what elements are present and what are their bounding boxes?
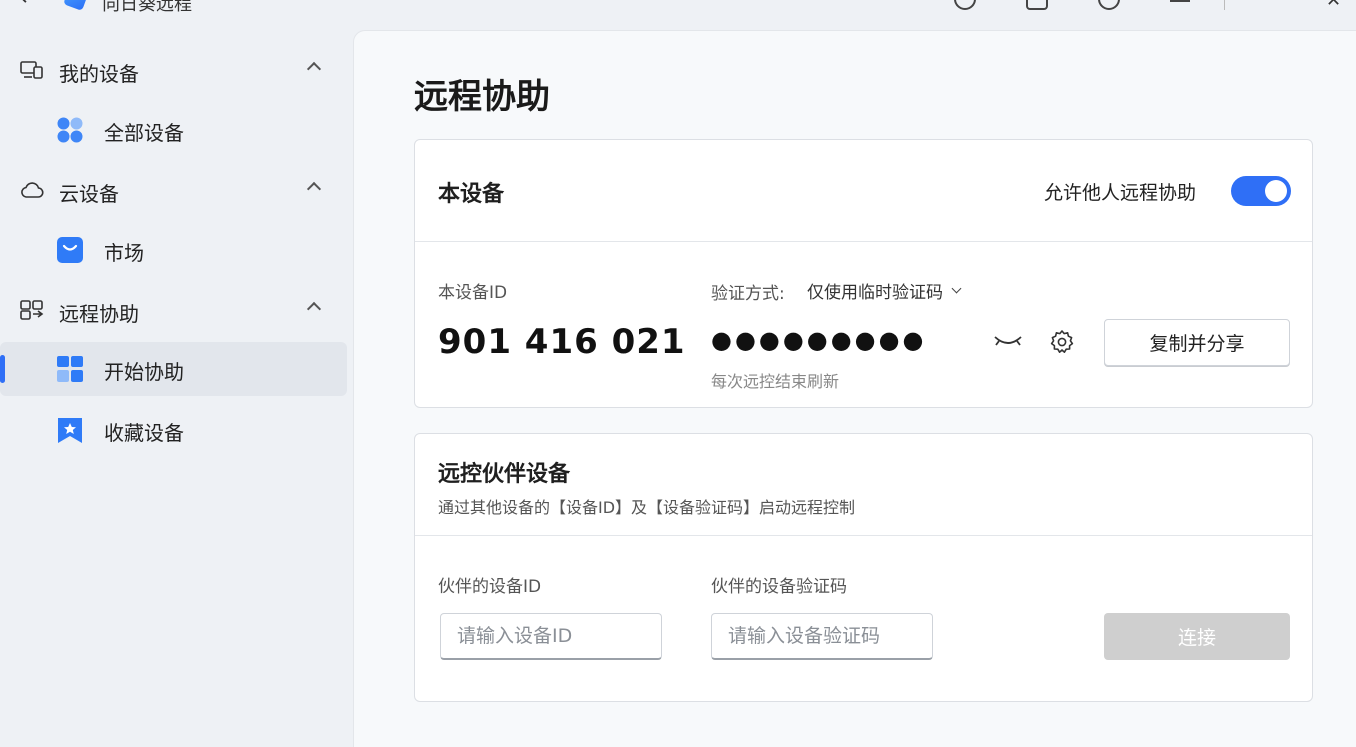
active-indicator: [0, 355, 5, 383]
this-device-title: 本设备: [438, 182, 505, 207]
connect-button[interactable]: 连接: [1104, 613, 1290, 660]
bell-icon[interactable]: [1026, 0, 1048, 10]
device-id-value: 901 416 021: [438, 322, 686, 362]
app-logo-icon: [63, 0, 89, 11]
chevron-up-icon[interactable]: [306, 181, 322, 197]
eye-closed-icon[interactable]: [993, 330, 1023, 352]
partner-device-subtitle: 通过其他设备的【设备ID】及【设备验证码】启动远程控制: [438, 498, 856, 517]
gear-icon[interactable]: [1049, 329, 1075, 355]
partner-id-input[interactable]: [440, 613, 662, 660]
this-device-card: 本设备 允许他人远程协助 本设备ID 901 416 021 验证方式: 仅使用…: [414, 139, 1313, 408]
partner-id-label: 伙伴的设备ID: [438, 577, 542, 597]
market-bag-icon: [57, 237, 83, 263]
verify-method-label: 验证方式:: [711, 284, 785, 304]
start-assist-icon: [57, 356, 83, 382]
sidebar: 我的设备 全部设备 云设备 市场 远程协助 开始协助 收藏设备: [0, 30, 353, 747]
favorite-star-icon: [58, 418, 82, 443]
back-arrow-icon[interactable]: ←: [20, 0, 38, 11]
allow-remote-toggle[interactable]: [1231, 176, 1291, 206]
page-title: 远程协助: [414, 77, 550, 117]
verify-method-select[interactable]: 仅使用临时验证码: [807, 278, 962, 303]
chevron-up-icon[interactable]: [306, 61, 322, 77]
partner-code-label: 伙伴的设备验证码: [711, 577, 847, 597]
all-devices-icon: [57, 117, 83, 143]
devices-icon: [20, 61, 43, 79]
sidebar-item-label: 全部设备: [104, 121, 184, 145]
help-icon[interactable]: [954, 0, 976, 10]
verification-code-masked: ●●●●●●●●●: [711, 326, 927, 354]
app-title: 向日葵远程: [102, 0, 192, 15]
sidebar-item-label: 开始协助: [104, 360, 184, 384]
sidebar-item-favorite-devices[interactable]: 收藏设备: [0, 403, 347, 457]
sidebar-group-my-devices[interactable]: 我的设备: [0, 46, 353, 94]
sidebar-group-remote-assist[interactable]: 远程协助: [0, 286, 353, 334]
partner-code-input[interactable]: [711, 613, 933, 660]
sidebar-item-label: 收藏设备: [104, 421, 184, 445]
main-panel: 远程协助 本设备 允许他人远程协助 本设备ID 901 416 021 验证方式…: [353, 30, 1356, 747]
sidebar-item-all-devices[interactable]: 全部设备: [0, 103, 347, 157]
allow-remote-label: 允许他人远程协助: [1044, 182, 1197, 204]
remote-assist-icon: [20, 300, 44, 320]
card-divider: [415, 535, 1312, 536]
cloud-icon: [21, 182, 44, 198]
sidebar-group-label: 云设备: [59, 182, 119, 206]
info-icon[interactable]: [1098, 0, 1120, 10]
verify-method-value: 仅使用临时验证码: [807, 283, 943, 303]
sidebar-group-label: 我的设备: [59, 62, 139, 86]
sidebar-group-label: 远程协助: [59, 302, 139, 326]
titlebar-divider: [1224, 0, 1225, 10]
card-divider: [415, 241, 1312, 242]
refresh-note: 每次远控结束刷新: [711, 372, 840, 391]
sidebar-group-cloud-devices[interactable]: 云设备: [0, 166, 353, 214]
device-id-label: 本设备ID: [438, 283, 508, 303]
chevron-down-icon: [951, 283, 962, 294]
menu-icon[interactable]: [1170, 0, 1190, 2]
copy-and-share-button[interactable]: 复制并分享: [1104, 319, 1290, 366]
partner-device-card: 远控伙伴设备 通过其他设备的【设备ID】及【设备验证码】启动远程控制 伙伴的设备…: [414, 433, 1313, 702]
title-bar: ← 向日葵远程 ✕: [0, 0, 1356, 30]
sidebar-item-market[interactable]: 市场: [0, 223, 347, 277]
sidebar-item-start-assist[interactable]: 开始协助: [0, 342, 347, 396]
sidebar-item-label: 市场: [104, 241, 144, 265]
toggle-knob: [1265, 180, 1287, 202]
chevron-up-icon[interactable]: [306, 301, 322, 317]
close-icon[interactable]: ✕: [1326, 0, 1341, 11]
partner-device-title: 远控伙伴设备: [438, 462, 571, 487]
